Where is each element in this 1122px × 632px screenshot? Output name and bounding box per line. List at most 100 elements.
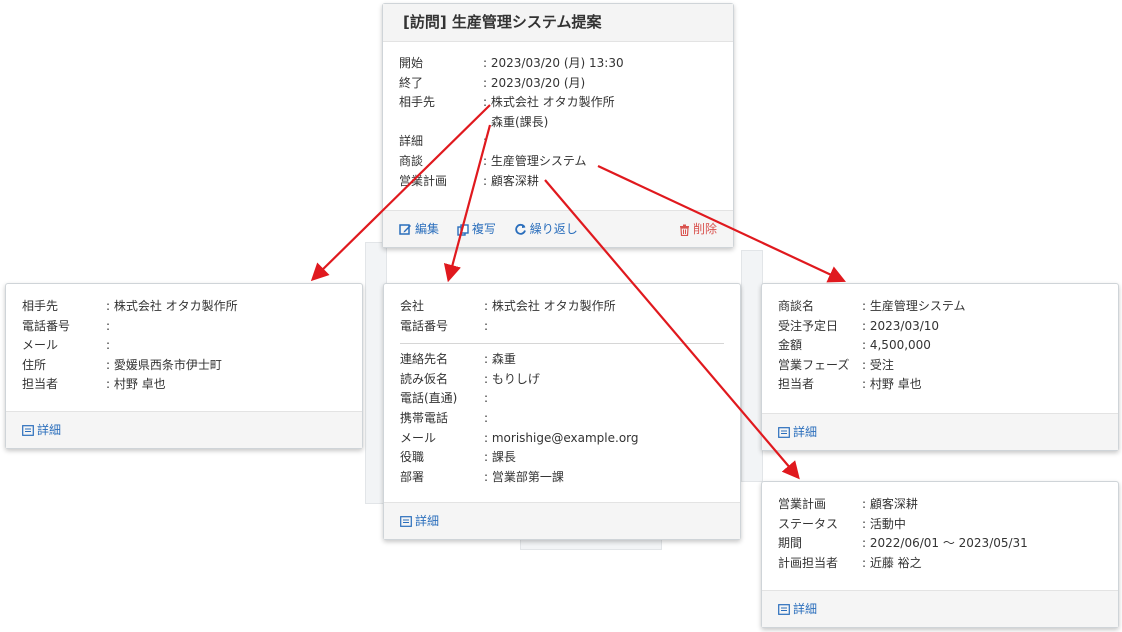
customer-details: 相手先 : 株式会社 オタカ製作所 電話番号: メール: 住所 : 愛媛県西条市伊士… — [6, 284, 362, 395]
contact-popup: 会社: 株式会社 オタカ製作所 電話番号: 連絡先名: 森重 読み仮名: もりし… — [383, 283, 741, 540]
detail-row: 電話(直通): — [400, 389, 724, 409]
field-label: 商談 — [399, 153, 424, 168]
field-value: : 顧客深耕 — [862, 497, 918, 511]
field-value: : 村野 卓也 — [106, 377, 166, 392]
field-label: 詳細 — [399, 134, 424, 149]
field-label: 営業フェーズ — [778, 357, 850, 372]
field-label: 連絡先名 — [400, 352, 449, 367]
deal-footer: 詳細 — [762, 413, 1118, 450]
field-label: 開始 — [399, 56, 424, 70]
field-value: : 2023/03/20 (月) — [483, 75, 586, 90]
field-value: : 課長 — [484, 450, 516, 465]
detail-row: ステータス: 活動中 — [778, 515, 1102, 535]
field-label: 電話番号 — [400, 318, 449, 333]
field-label: 住所 — [22, 357, 47, 372]
detail-row: 会社: 株式会社 オタカ製作所 — [400, 297, 724, 317]
detail-row: 営業フェーズ : 受注 — [778, 356, 1102, 376]
field-label: 商談名 — [778, 299, 815, 313]
detail-row: 開始 : 2023/03/20 (月) 13:30 — [399, 54, 717, 74]
field-label: 金額 — [778, 338, 803, 353]
contact-person-link[interactable]: 森重(課長) — [491, 113, 717, 133]
detail-row: 商談名 : 生産管理システム — [778, 297, 1102, 317]
detail-label: 詳細 — [37, 423, 62, 437]
sales-plan-link[interactable]: : 顧客深耕 — [483, 172, 717, 192]
field-value: : — [483, 134, 488, 149]
repeat-button[interactable]: 繰り返し — [514, 222, 578, 236]
field-value: : 株式会社 オタカ製作所 — [484, 299, 616, 313]
customer-popup: 相手先 : 株式会社 オタカ製作所 電話番号: メール: 住所 : 愛媛県西条市伊士… — [5, 283, 363, 449]
detail-row: 受注予定日 : 2023/03/10 — [778, 317, 1102, 337]
detail-row: 計画担当者: 近藤 裕之 — [778, 554, 1102, 574]
field-label: メール — [400, 430, 437, 445]
detail-row: 住所 : 愛媛県西条市伊士町 — [22, 356, 346, 376]
detail-row: 連絡先名 : 森重 — [400, 350, 724, 370]
field-label: 部署 — [400, 469, 425, 484]
detail-row: 部署: 営業部第一課 — [400, 468, 724, 488]
field-label: 期間 — [778, 536, 803, 551]
copy-icon — [457, 223, 469, 236]
field-value: : 活動中 — [862, 516, 906, 531]
field-value: : 愛媛県西条市伊士町 — [106, 357, 222, 372]
contact-footer: 詳細 — [384, 502, 740, 539]
field-label: 電話(直通) — [400, 391, 458, 406]
field-value: : 2023/03/10 — [862, 318, 940, 333]
delete-button[interactable]: 削除 — [679, 211, 717, 247]
deal-popup: 商談名 : 生産管理システム 受注予定日 : 2023/03/10 金額 : 4,50… — [761, 283, 1119, 451]
field-label: 終了 — [399, 75, 424, 90]
field-label: 営業計画 — [778, 497, 827, 511]
field-value: : 受注 — [862, 357, 894, 372]
detail-row: 営業計画: 顧客深耕 — [399, 172, 717, 192]
customer-detail-button[interactable]: 詳細 — [22, 423, 61, 437]
detail-row: 相手先: 株式会社 オタカ製作所 — [399, 93, 717, 113]
contact-detail-button[interactable]: 詳細 — [400, 514, 439, 528]
repeat-icon — [514, 223, 526, 235]
event-actions: 編集 複写 繰り返し 削除 — [383, 210, 733, 247]
field-label: 役職 — [400, 450, 425, 465]
edit-icon — [399, 224, 411, 235]
field-label: 受注予定日 — [778, 318, 839, 333]
partner-company-link[interactable]: : 株式会社 オタカ製作所 — [483, 93, 717, 113]
event-details: 開始 : 2023/03/20 (月) 13:30 終了 : 2023/03/20 … — [383, 42, 733, 191]
detail-row: 詳細: — [399, 132, 717, 152]
field-value: : 村野 卓也 — [862, 377, 922, 392]
detail-icon — [778, 427, 790, 438]
detail-row: 終了 : 2023/03/20 (月) — [399, 74, 717, 94]
detail-row: メール : morishige@example.org — [400, 429, 724, 449]
detail-row: メール: — [22, 336, 346, 356]
field-value: : 森重 — [484, 352, 516, 367]
copy-label: 複写 — [471, 222, 496, 236]
copy-button[interactable]: 複写 — [457, 222, 500, 236]
detail-row: 森重(課長) — [399, 113, 717, 133]
field-value: : もりしげ — [484, 371, 540, 386]
field-value: : 生産管理システム — [862, 299, 966, 313]
email-value: : morishige@example.org — [484, 430, 639, 445]
delete-label: 削除 — [692, 222, 717, 236]
event-popup: [訪問] 生産管理システム提案 開始: 2023/03/20 (月) 13:30… — [382, 3, 734, 248]
edit-button[interactable]: 編集 — [399, 222, 443, 236]
field-label: 担当者 — [778, 377, 815, 392]
customer-footer: 詳細 — [6, 411, 362, 448]
detail-row: 電話番号: — [22, 317, 346, 337]
field-label: メール — [22, 338, 59, 353]
detail-row: 期間 : 2022/06/01 ～ 2023/05/31 — [778, 534, 1102, 554]
detail-row: 電話番号: — [400, 317, 724, 337]
deal-details: 商談名 : 生産管理システム 受注予定日 : 2023/03/10 金額 : 4,50… — [762, 284, 1118, 395]
field-value: : 2023/03/20 (月) 13:30 — [483, 56, 624, 70]
field-value: : 株式会社 オタカ製作所 — [106, 299, 238, 313]
field-value: : 4,500,000 — [862, 338, 931, 353]
detail-row: 担当者 : 村野 卓也 — [778, 375, 1102, 395]
field-label — [399, 113, 491, 133]
deal-detail-button[interactable]: 詳細 — [778, 425, 817, 439]
detail-row: 担当者 : 村野 卓也 — [22, 375, 346, 395]
divider — [400, 343, 724, 345]
sales-plan-popup: 営業計画 : 顧客深耕 ステータス: 活動中 期間 : 2022/06/01 ～ 2… — [761, 481, 1119, 628]
field-value: : 2022/06/01 ～ 2023/05/31 — [862, 536, 1028, 551]
detail-label: 詳細 — [793, 602, 818, 616]
field-label: 担当者 — [22, 377, 59, 392]
sales-plan-detail-button[interactable]: 詳細 — [778, 602, 817, 616]
field-label: 相手先 — [22, 299, 59, 313]
field-label: 携帯電話 — [400, 410, 449, 425]
detail-row: 役職 : 課長 — [400, 448, 724, 468]
edit-label: 編集 — [415, 222, 440, 236]
deal-link[interactable]: : 生産管理システム — [483, 152, 717, 172]
